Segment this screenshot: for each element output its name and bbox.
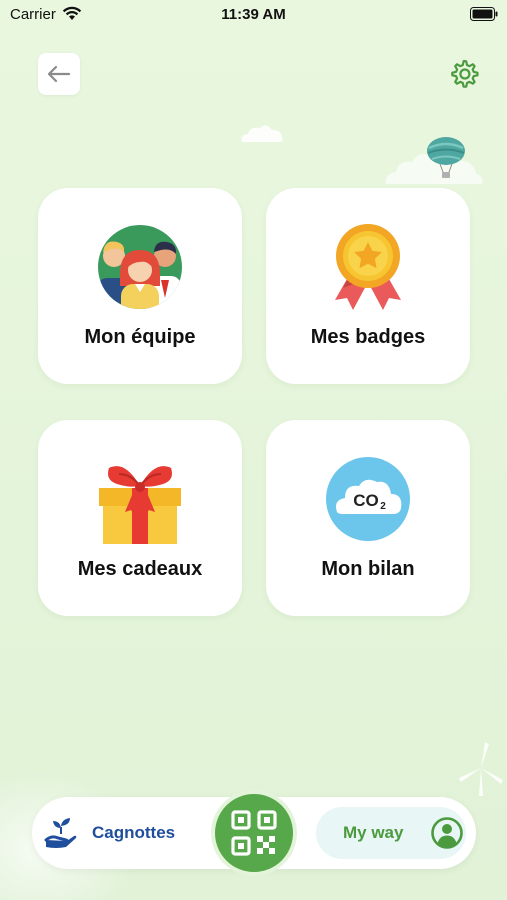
clock-time: 11:39 AM [221, 6, 286, 23]
badges-card-label: Mes badges [310, 326, 426, 348]
team-illustration [98, 225, 182, 309]
hot-air-balloon-icon [427, 137, 465, 178]
nav-my-way[interactable]: My way [316, 807, 466, 859]
gear-icon [451, 59, 479, 88]
settings-button[interactable] [446, 56, 482, 92]
nav-cagnottes[interactable]: Cagnottes [42, 807, 202, 859]
badges-card[interactable]: Mes badges [266, 188, 470, 384]
gifts-card-label: Mes cadeaux [77, 558, 203, 580]
footprint-card-label: Mon bilan [321, 558, 415, 580]
qr-code-icon [231, 810, 277, 856]
co2-text: CO [353, 491, 379, 510]
qr-scan-button[interactable] [211, 790, 297, 876]
footprint-card[interactable]: CO 2 Mon bilan [266, 420, 470, 616]
windmill-decoration [459, 742, 503, 796]
battery-icon [470, 7, 498, 21]
gift-illustration [99, 466, 181, 544]
nav-my-way-label: My way [343, 823, 404, 842]
team-card[interactable]: Mon équipe [38, 188, 242, 384]
co2-subscript: 2 [380, 501, 386, 512]
status-bar: Carrier 11:39 AM [0, 0, 507, 28]
home-screen: Carrier 11:39 AM Mon équipe Mes badges M… [0, 0, 507, 900]
back-button[interactable] [38, 53, 80, 95]
hand-plant-icon [44, 818, 77, 848]
nav-cagnottes-label: Cagnottes [92, 823, 176, 842]
medal-illustration [335, 224, 401, 310]
gifts-card[interactable]: Mes cadeaux [38, 420, 242, 616]
user-circle-icon [431, 817, 463, 849]
cloud-decoration [241, 125, 283, 142]
arrow-left-icon [47, 65, 71, 83]
co2-cloud-illustration: CO 2 [326, 457, 410, 541]
team-card-label: Mon équipe [84, 326, 196, 348]
